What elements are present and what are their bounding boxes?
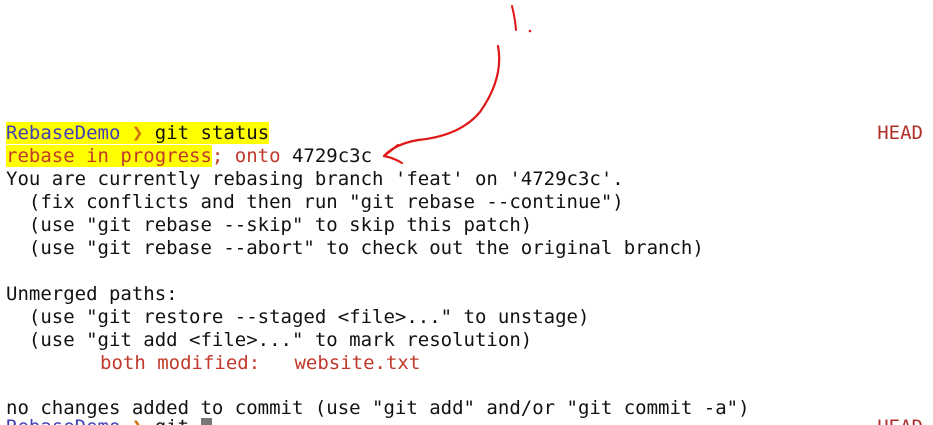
output-line: (use "git rebase --abort" to check out t…	[6, 237, 704, 259]
prompt-chevron-icon: ❯	[131, 122, 144, 144]
prompt-chevron-icon: ❯	[132, 416, 143, 425]
partial-command-text: git	[155, 416, 189, 425]
rebase-in-progress-text: rebase in progress	[6, 145, 212, 167]
command-text: git status	[154, 122, 270, 144]
text-cursor	[200, 418, 212, 425]
output-line: You are currently rebasing branch 'feat'…	[6, 168, 624, 190]
rebase-status-line: rebase in progress; onto 4729c3c	[6, 145, 372, 167]
file-name: website.txt	[294, 352, 421, 374]
file-status: both modified:	[100, 352, 261, 374]
terminal-window[interactable]: RebaseDemo ❯ git status HEAD rebase in p…	[0, 0, 933, 425]
onto-text: ; onto	[211, 145, 292, 167]
prompt-directory: RebaseDemo	[6, 416, 120, 425]
output-line: (fix conflicts and then run "git rebase …	[6, 191, 624, 213]
commit-hash: 4729c3c	[291, 145, 373, 167]
next-prompt-line[interactable]: RebaseDemo ❯ git	[6, 416, 212, 425]
head-label: HEAD	[877, 416, 923, 425]
output-line: (use "git restore --staged <file>..." to…	[6, 306, 590, 328]
output-line: Unmerged paths:	[6, 283, 178, 305]
prompt-directory: RebaseDemo	[6, 122, 121, 144]
prompt-line: RebaseDemo ❯ git status	[6, 122, 270, 144]
output-line: (use "git add <file>..." to mark resolut…	[6, 329, 533, 351]
head-label: HEAD	[877, 122, 923, 144]
output-line: (use "git rebase --skip" to skip this pa…	[6, 214, 533, 236]
unmerged-file-line: both modified: website.txt	[100, 352, 420, 374]
